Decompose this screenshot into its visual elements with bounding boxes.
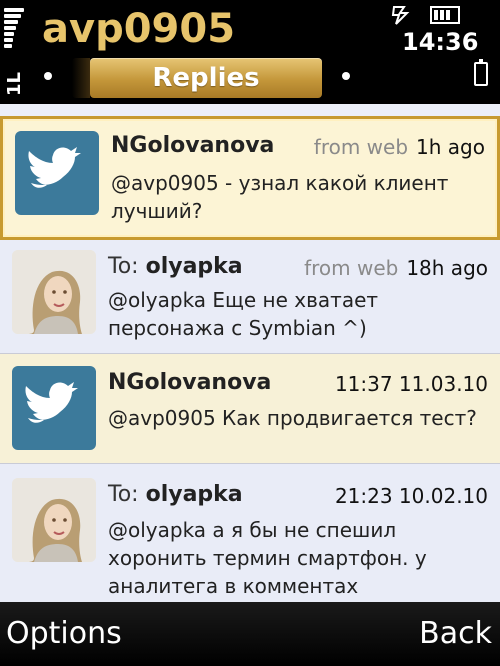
tweet-text: @olyapka Еще не хватает персонажа с Symb… bbox=[108, 288, 379, 340]
tweet-text: @avp0905 Как продвигается тест? bbox=[108, 406, 477, 430]
tweet-author: NGolovanova bbox=[108, 370, 272, 395]
user-avatar bbox=[12, 478, 96, 562]
tweet-text: @olyapka а я бы не спешил хоронить терми… bbox=[108, 518, 427, 598]
list-item[interactable]: To: olyapka from web 18h ago @olyapka Еще… bbox=[0, 240, 500, 354]
tab-left-indicator bbox=[44, 72, 52, 80]
softkey-bar: Options Back bbox=[0, 602, 500, 666]
tweet-meta: from web 18h ago bbox=[304, 256, 488, 280]
options-softkey[interactable]: Options bbox=[6, 616, 122, 651]
status-bar: 1L avp0905 14:36 Replies bbox=[0, 0, 500, 104]
battery-icon bbox=[430, 6, 460, 24]
tweet-text: @avp0905 - узнал какой клиент лучший? bbox=[111, 171, 449, 223]
tweet-author: NGolovanova bbox=[111, 133, 275, 158]
list-item[interactable]: To: olyapka 21:23 10.02.10 @olyapka а я … bbox=[0, 464, 500, 602]
tweet-meta: from web 1h ago bbox=[313, 135, 485, 159]
user-avatar bbox=[12, 250, 96, 334]
twitter-bird-icon bbox=[15, 131, 99, 215]
tab-right-indicator bbox=[342, 72, 350, 80]
clock: 14:36 bbox=[402, 28, 479, 56]
tweet-meta: 21:23 10.02.10 bbox=[334, 484, 488, 508]
tweet-list[interactable]: NGolovanova from web 1h ago @avp0905 - уз… bbox=[0, 104, 500, 602]
tweet-author: To: olyapka bbox=[108, 254, 243, 279]
battery-level-icon bbox=[474, 59, 488, 86]
tweet-author: To: olyapka bbox=[108, 482, 243, 507]
signal-indicator-icon bbox=[391, 6, 410, 25]
app-title: avp0905 bbox=[42, 6, 236, 52]
back-softkey[interactable]: Back bbox=[419, 616, 492, 651]
list-item[interactable]: NGolovanova 11:37 11.03.10 @avp0905 Как … bbox=[0, 354, 500, 464]
tweet-meta: 11:37 11.03.10 bbox=[334, 372, 488, 396]
tab-replies[interactable]: Replies bbox=[90, 58, 322, 98]
list-item[interactable]: NGolovanova from web 1h ago @avp0905 - уз… bbox=[0, 116, 500, 240]
tab-shade bbox=[72, 58, 90, 98]
twitter-bird-icon bbox=[12, 366, 96, 450]
tab-label: Replies bbox=[152, 63, 260, 93]
network-label: 1L bbox=[4, 72, 25, 96]
